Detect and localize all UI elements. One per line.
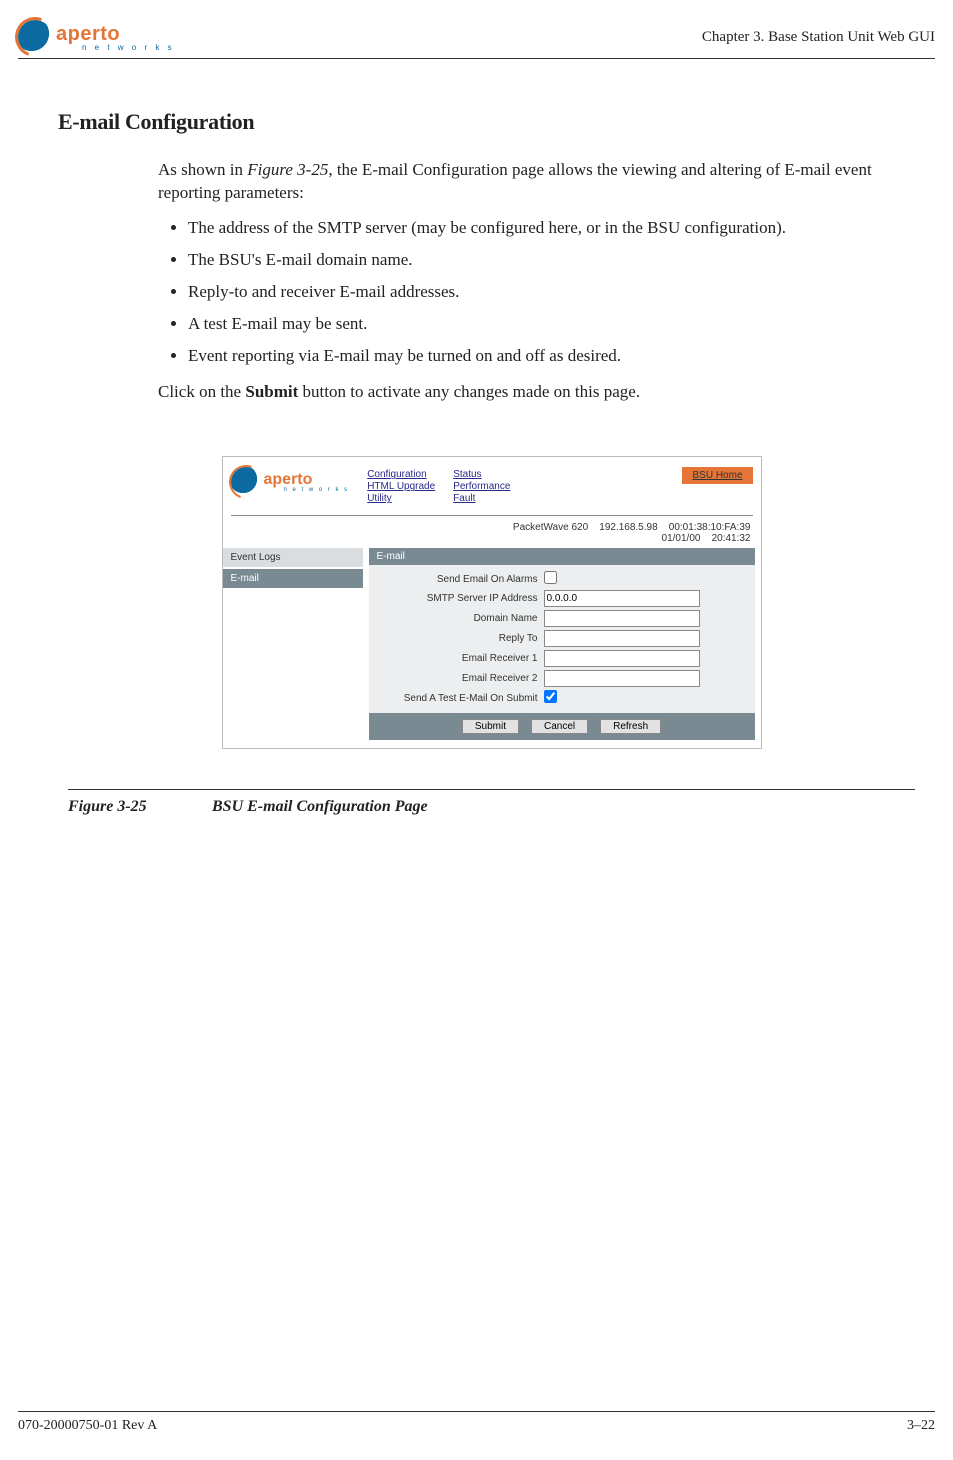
bullet-item: Reply-to and receiver E-mail addresses.: [188, 281, 925, 303]
sidebar: Event Logs E-mail: [223, 548, 363, 748]
input-reply-to[interactable]: [544, 630, 700, 647]
input-domain[interactable]: [544, 610, 700, 627]
status-line-2: 01/01/00 20:41:32: [233, 533, 751, 544]
input-receiver-2[interactable]: [544, 670, 700, 687]
page-footer: 070-20000750-01 Rev A 3–22: [18, 1411, 935, 1434]
label-smtp: SMTP Server IP Address: [373, 593, 544, 604]
refresh-button[interactable]: Refresh: [600, 719, 661, 734]
nav-link-fault[interactable]: Fault: [453, 493, 510, 504]
label-reply-to: Reply To: [373, 633, 544, 644]
logo-main-text: aperto: [56, 23, 120, 45]
footer-doc-id: 070-20000750-01 Rev A: [18, 1418, 157, 1434]
input-receiver-1[interactable]: [544, 650, 700, 667]
label-receiver-1: Email Receiver 1: [373, 653, 544, 664]
figure-reference: Figure 3-25: [247, 160, 328, 179]
checkbox-test-email[interactable]: [544, 690, 557, 703]
figure-caption: Figure 3-25 BSU E-mail Configuration Pag…: [58, 798, 925, 816]
post-text-1: Click on the: [158, 382, 245, 401]
logo-swoosh-icon: [18, 20, 52, 54]
submit-button[interactable]: Submit: [462, 719, 519, 734]
page-header: aperto n e t w o r k s Chapter 3. Base S…: [18, 20, 935, 59]
nav-link-html-upgrade[interactable]: HTML Upgrade: [367, 481, 435, 492]
input-smtp[interactable]: [544, 590, 700, 607]
status-line-1: PacketWave 620 192.168.5.98 00:01:38:10:…: [233, 522, 751, 533]
bullet-item: A test E-mail may be sent.: [188, 313, 925, 335]
cancel-button[interactable]: Cancel: [531, 719, 588, 734]
status-readout: PacketWave 620 192.168.5.98 00:01:38:10:…: [223, 522, 761, 548]
nav-link-performance[interactable]: Performance: [453, 481, 510, 492]
checkbox-send-alarms[interactable]: [544, 571, 557, 584]
figure-separator: [68, 789, 915, 790]
submit-keyword: Submit: [245, 382, 298, 401]
figure-title: BSU E-mail Configuration Page: [212, 798, 428, 815]
company-logo: aperto n e t w o r k s: [18, 20, 175, 54]
email-form: Send Email On Alarms SMTP Server IP Addr…: [369, 565, 755, 713]
bsu-home-button[interactable]: BSU Home: [682, 467, 752, 484]
nav-link-configuration[interactable]: Configuration: [367, 469, 435, 480]
ss-logo-main: aperto: [264, 471, 313, 488]
bullet-item: Event reporting via E-mail may be turned…: [188, 345, 925, 367]
panel-title: E-mail: [369, 548, 755, 565]
sidebar-item-event-logs[interactable]: Event Logs: [223, 548, 363, 567]
bullet-item: The address of the SMTP server (may be c…: [188, 217, 925, 239]
ss-logo: aperto n e t w o r k s: [231, 467, 350, 497]
label-receiver-2: Email Receiver 2: [373, 673, 544, 684]
chapter-title: Chapter 3. Base Station Unit Web GUI: [702, 29, 935, 46]
ss-logo-swoosh-icon: [231, 467, 261, 497]
post-paragraph: Click on the Submit button to activate a…: [58, 381, 925, 404]
ss-divider: [231, 515, 753, 516]
label-send-alarms: Send Email On Alarms: [373, 574, 544, 585]
section-heading: E-mail Configuration: [58, 109, 925, 135]
intro-paragraph: As shown in Figure 3-25, the E-mail Conf…: [58, 159, 925, 205]
nav-link-status[interactable]: Status: [453, 469, 510, 480]
sidebar-item-email[interactable]: E-mail: [223, 569, 363, 588]
label-test-email: Send A Test E-Mail On Submit: [373, 693, 544, 704]
feature-bullet-list: The address of the SMTP server (may be c…: [58, 217, 925, 367]
bullet-item: The BSU's E-mail domain name.: [188, 249, 925, 271]
intro-text-1: As shown in: [158, 160, 247, 179]
embedded-screenshot: aperto n e t w o r k s Configuration HTM…: [222, 456, 762, 749]
nav-link-utility[interactable]: Utility: [367, 493, 435, 504]
post-text-2: button to activate any changes made on t…: [298, 382, 640, 401]
footer-page-number: 3–22: [907, 1418, 935, 1434]
figure-number: Figure 3-25: [68, 798, 208, 816]
label-domain: Domain Name: [373, 613, 544, 624]
